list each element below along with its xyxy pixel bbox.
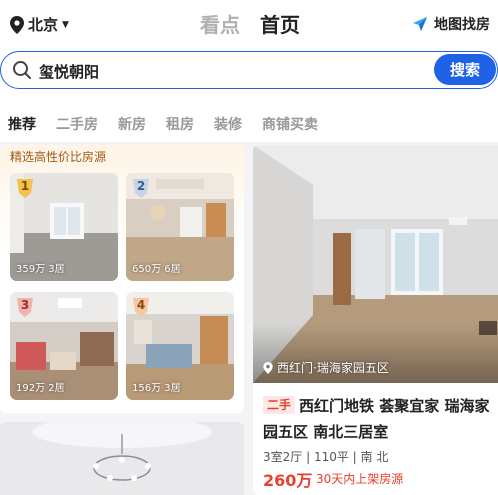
- listing-location-text: 西红门·瑞海家园五区: [277, 361, 389, 375]
- tab-kandian[interactable]: 看点: [200, 9, 240, 38]
- listing-location: 西红门·瑞海家园五区: [263, 359, 389, 376]
- listing-title-block: 二手 西红门地铁 荟聚宜家 瑞海家园五区 南北三居室: [263, 393, 495, 445]
- listing-tag: 二手: [263, 396, 296, 414]
- caret-down-icon: ▼: [62, 19, 69, 30]
- pick-item-3[interactable]: 3 192万 2居: [10, 292, 118, 400]
- listing-card-partial[interactable]: [0, 422, 244, 495]
- category-tabs: 推荐 二手房 新房 租房 装修 商铺买卖: [8, 114, 318, 134]
- pick-item-2[interactable]: 2 650万 6居: [126, 173, 234, 281]
- featured-picks-title: 精选高性价比房源: [10, 150, 107, 164]
- listing-photo: [253, 145, 498, 383]
- listing-card[interactable]: 西红门·瑞海家园五区 二手 西红门地铁 荟聚宜家 瑞海家园五区 南北三居室 3室2…: [253, 145, 498, 495]
- rank-badge-gold: 1: [14, 177, 36, 199]
- category-shop-trade[interactable]: 商铺买卖: [262, 114, 318, 134]
- location-pin-icon: [10, 15, 24, 34]
- category-second-hand[interactable]: 二手房: [56, 114, 98, 134]
- rank-badge-silver: 2: [130, 177, 152, 199]
- navigation-arrow-icon: [413, 17, 427, 31]
- pick-caption: 359万 3居: [16, 264, 65, 275]
- pick-caption: 650万 6居: [132, 264, 181, 275]
- category-rent[interactable]: 租房: [166, 114, 194, 134]
- category-recommend[interactable]: 推荐: [8, 114, 36, 134]
- map-find-button[interactable]: 地图找房: [412, 14, 490, 34]
- city-selector[interactable]: 北京 ▼: [10, 14, 69, 35]
- pick-caption: 192万 2居: [16, 383, 65, 394]
- pick-item-1[interactable]: 1 359万 3居: [10, 173, 118, 281]
- top-bar: 北京 ▼ 看点 首页 地图找房: [0, 0, 498, 48]
- map-find-label: 地图找房: [434, 17, 490, 33]
- rank-badge-bronze: 3: [14, 296, 36, 318]
- listing-spec: 3室2厅 | 110平 | 南 北: [263, 450, 389, 464]
- search-input[interactable]: 玺悦朝阳: [39, 61, 99, 82]
- top-tabs: 看点 首页: [200, 9, 300, 38]
- city-name: 北京: [28, 16, 59, 34]
- pick-caption: 156万 3居: [132, 383, 181, 394]
- listing-price: 260万: [263, 471, 313, 490]
- search-icon: [13, 61, 31, 79]
- location-pin-icon: [263, 361, 273, 374]
- category-new-home[interactable]: 新房: [118, 114, 146, 134]
- category-decoration[interactable]: 装修: [214, 114, 242, 134]
- pick-item-4[interactable]: 4 156万 3居: [126, 292, 234, 400]
- search-button[interactable]: 搜索: [434, 54, 496, 85]
- listing-new-badge: 30天内上架房源: [316, 472, 404, 486]
- search-bar[interactable]: 玺悦朝阳 搜索: [0, 51, 498, 89]
- rank-badge-4: 4: [130, 296, 152, 318]
- chandelier-photo: [0, 422, 244, 495]
- listing-title: 西红门地铁 荟聚宜家 瑞海家园五区 南北三居室: [263, 397, 490, 441]
- tab-home[interactable]: 首页: [260, 9, 300, 38]
